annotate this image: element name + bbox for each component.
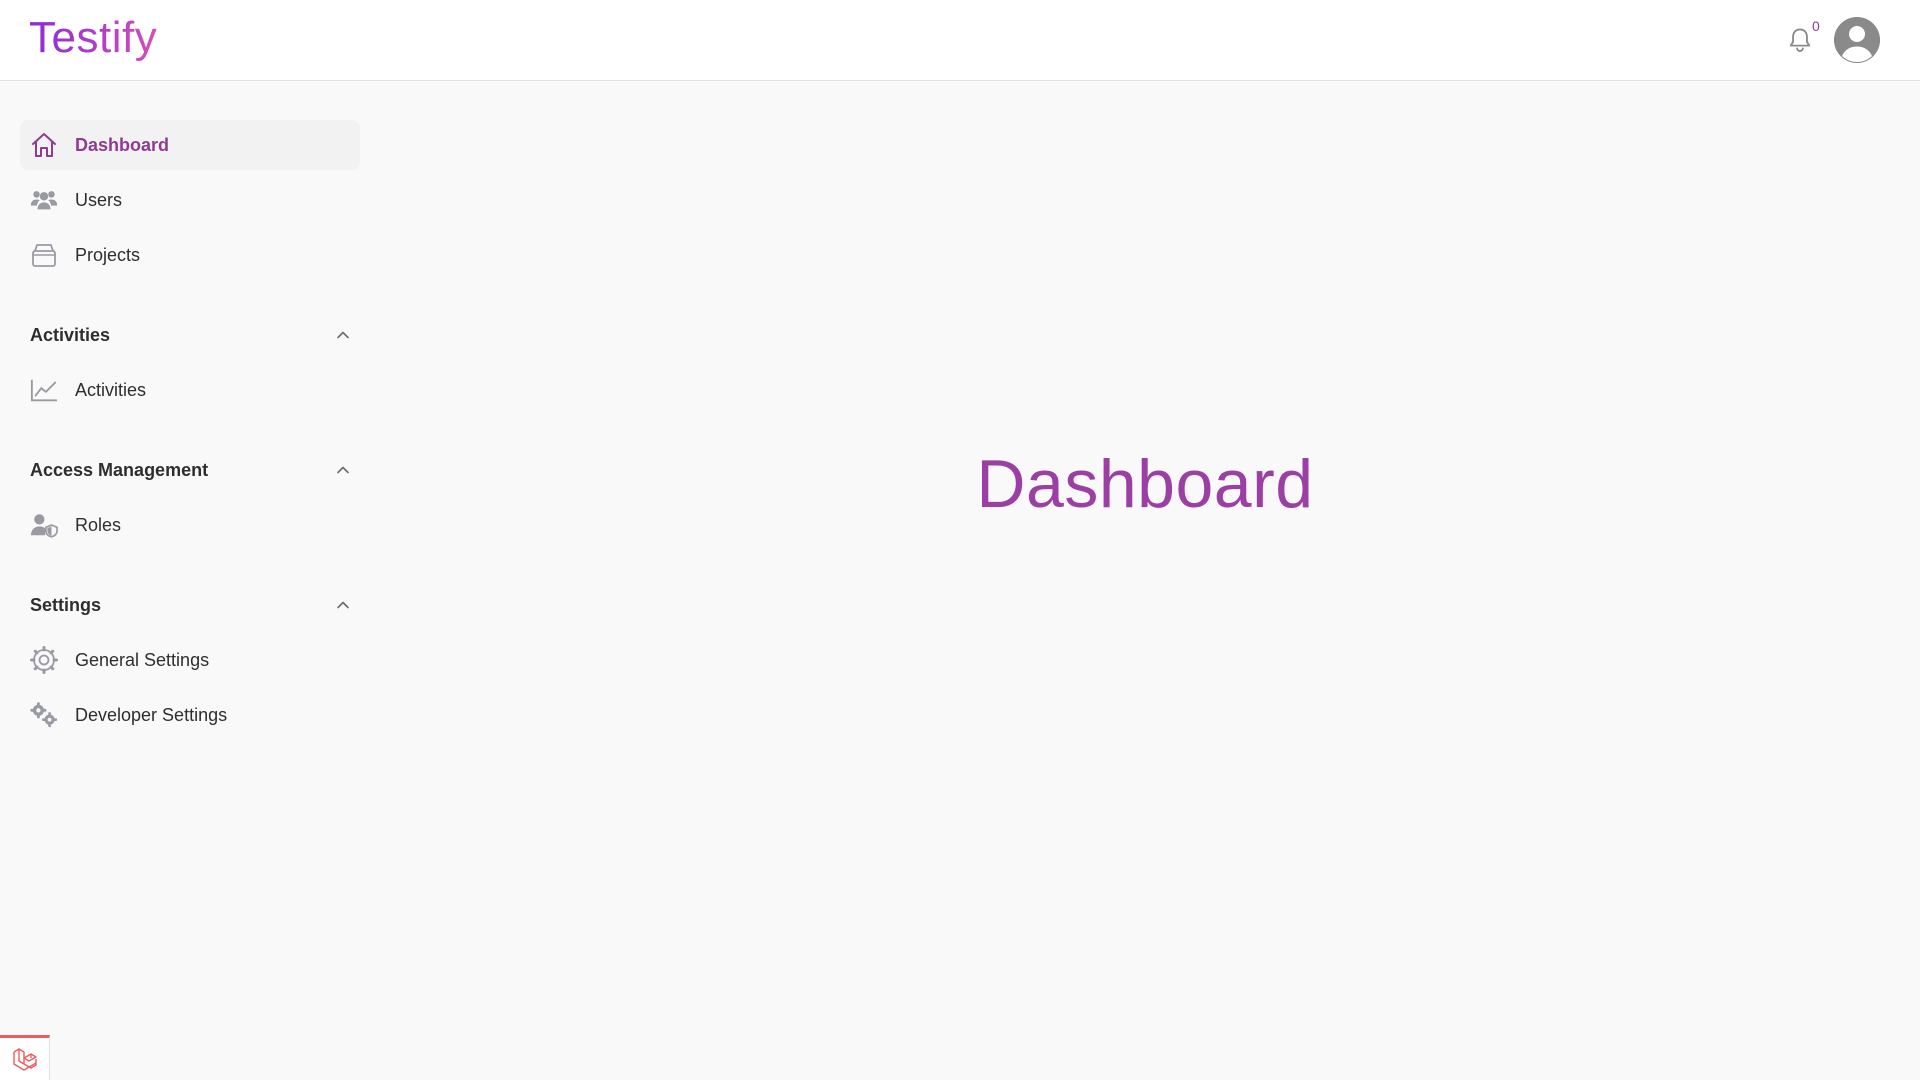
debugbar-toggle[interactable] <box>0 1035 50 1080</box>
notification-bell-icon[interactable] <box>1786 26 1814 56</box>
sidebar-item-label: Users <box>75 189 123 210</box>
users-icon <box>30 187 58 213</box>
chevron-up-icon <box>337 466 349 474</box>
sidebar-item-label: Developer Settings <box>75 704 228 725</box>
laravel-icon <box>12 1048 37 1071</box>
sidebar-item-label: Projects <box>75 244 141 265</box>
chevron-up-icon <box>337 331 349 339</box>
app-logo[interactable]: Testify <box>29 12 157 64</box>
sidebar-group-title: Activities <box>30 324 111 345</box>
sidebar-group-settings[interactable]: Settings <box>20 588 350 622</box>
sidebar-item-users[interactable]: Users <box>20 175 360 225</box>
sidebar-item-projects[interactable]: Projects <box>20 230 360 280</box>
chart-line-icon <box>30 377 58 403</box>
sidebar-item-label: Activities <box>75 379 147 400</box>
sidebar-group-access-management[interactable]: Access Management <box>20 453 350 487</box>
gears-icon <box>30 702 58 728</box>
user-avatar[interactable] <box>1834 17 1880 63</box>
home-icon <box>30 132 58 158</box>
sidebar-item-label: General Settings <box>75 649 210 670</box>
sidebar-item-label: Dashboard <box>75 134 170 155</box>
page-title: Dashboard <box>976 446 1314 522</box>
sidebar-item-developer-settings[interactable]: Developer Settings <box>20 690 360 740</box>
user-avatar-icon <box>1834 17 1880 63</box>
sidebar-item-label: Roles <box>75 514 122 535</box>
sidebar-item-general-settings[interactable]: General Settings <box>20 635 360 685</box>
sidebar-item-dashboard[interactable]: Dashboard <box>20 120 360 170</box>
sidebar-group-activities[interactable]: Activities <box>20 318 350 352</box>
chevron-up-icon <box>337 601 349 609</box>
sidebar-item-activities[interactable]: Activities <box>20 365 360 415</box>
gear-icon <box>30 646 58 674</box>
notification-count-badge: 0 <box>1812 18 1820 34</box>
sidebar-group-title: Access Management <box>30 459 209 480</box>
archive-icon <box>30 242 58 268</box>
sidebar: Dashboard Users Projects Activities Acti… <box>0 82 370 1080</box>
sidebar-item-roles[interactable]: Roles <box>20 500 360 550</box>
sidebar-group-title: Settings <box>30 594 102 615</box>
user-shield-icon <box>30 512 58 538</box>
top-bar: Testify 0 <box>0 0 1920 81</box>
